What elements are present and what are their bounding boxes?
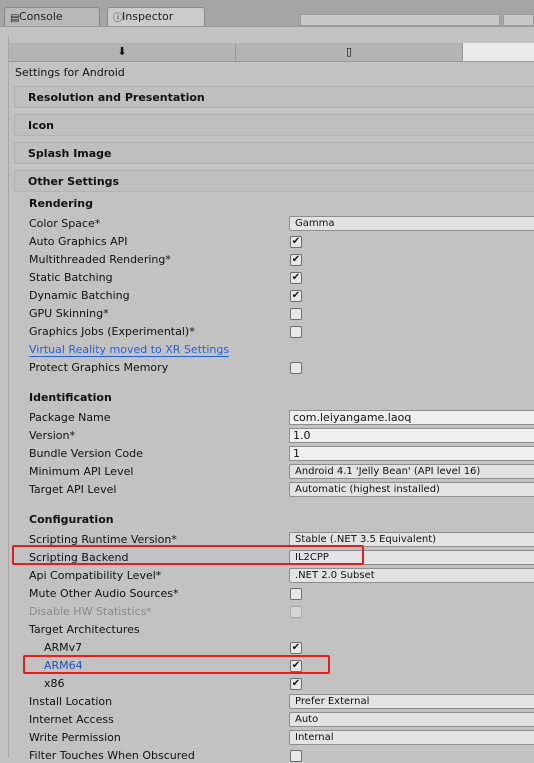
package-name-label: Package Name bbox=[29, 411, 111, 424]
gpu-skinning-checkbox[interactable] bbox=[290, 308, 302, 320]
api-compatibility-label: Api Compatibility Level* bbox=[29, 569, 162, 582]
panel-left-edge bbox=[8, 36, 9, 758]
filter-touches-checkbox[interactable] bbox=[290, 750, 302, 762]
filter-touches-label: Filter Touches When Obscured bbox=[29, 749, 195, 762]
obscured-field bbox=[300, 14, 500, 26]
disable-hw-stats-label: Disable HW Statistics* bbox=[29, 605, 152, 618]
target-api-label: Target API Level bbox=[29, 483, 117, 496]
scripting-backend-highlight bbox=[12, 545, 364, 565]
platform-tab-other[interactable] bbox=[463, 43, 534, 61]
mobile-phone-icon: ▯ bbox=[345, 45, 353, 58]
target-api-dropdown[interactable]: Automatic (highest installed) bbox=[289, 482, 534, 497]
platform-tab-row: ⬇ ▯ bbox=[9, 43, 534, 62]
mute-audio-label: Mute Other Audio Sources* bbox=[29, 587, 179, 600]
section-icon[interactable]: Icon bbox=[14, 114, 534, 136]
static-batching-label: Static Batching bbox=[29, 271, 113, 284]
rendering-header: Rendering bbox=[29, 197, 93, 210]
minimum-api-dropdown[interactable]: Android 4.1 'Jelly Bean' (API level 16) bbox=[289, 464, 534, 479]
gpu-skinning-label: GPU Skinning* bbox=[29, 307, 109, 320]
vr-xr-settings-link[interactable]: Virtual Reality moved to XR Settings bbox=[29, 343, 230, 357]
protect-graphics-memory-label: Protect Graphics Memory bbox=[29, 361, 169, 374]
dynamic-batching-label: Dynamic Batching bbox=[29, 289, 130, 302]
install-location-dropdown[interactable]: Prefer External bbox=[289, 694, 534, 709]
graphics-jobs-checkbox[interactable] bbox=[290, 326, 302, 338]
disable-hw-stats-checkbox bbox=[290, 606, 302, 618]
settings-title: Settings for Android bbox=[15, 66, 125, 79]
platform-tab-standalone[interactable]: ⬇ bbox=[9, 43, 236, 61]
obscured-field-2 bbox=[503, 14, 534, 26]
section-resolution[interactable]: Resolution and Presentation bbox=[14, 86, 534, 108]
section-splash[interactable]: Splash Image bbox=[14, 142, 534, 164]
color-space-dropdown[interactable]: Gamma bbox=[289, 216, 534, 231]
arm64-highlight bbox=[23, 655, 330, 674]
bundle-version-code-label: Bundle Version Code bbox=[29, 447, 143, 460]
graphics-jobs-label: Graphics Jobs (Experimental)* bbox=[29, 325, 195, 338]
mute-audio-checkbox[interactable] bbox=[290, 588, 302, 600]
version-label: Version* bbox=[29, 429, 75, 442]
write-permission-label: Write Permission bbox=[29, 731, 121, 744]
tab-console-label: Console bbox=[19, 10, 63, 23]
section-other-settings[interactable]: Other Settings bbox=[14, 170, 534, 192]
multithreaded-rendering-label: Multithreaded Rendering* bbox=[29, 253, 171, 266]
color-space-label: Color Space* bbox=[29, 217, 101, 230]
tab-inspector-label: Inspector bbox=[122, 10, 174, 23]
download-icon: ⬇ bbox=[117, 45, 127, 58]
platform-tab-android[interactable]: ▯ bbox=[236, 43, 463, 61]
x86-label: x86 bbox=[44, 677, 65, 690]
auto-graphics-api-label: Auto Graphics API bbox=[29, 235, 128, 248]
static-batching-checkbox[interactable]: ✔ bbox=[290, 272, 302, 284]
armv7-checkbox[interactable]: ✔ bbox=[290, 642, 302, 654]
write-permission-dropdown[interactable]: Internal bbox=[289, 730, 534, 745]
internet-access-label: Internet Access bbox=[29, 713, 114, 726]
target-architectures-label: Target Architectures bbox=[29, 623, 140, 636]
minimum-api-label: Minimum API Level bbox=[29, 465, 134, 478]
protect-graphics-memory-checkbox[interactable] bbox=[290, 362, 302, 374]
version-input[interactable]: 1.0 bbox=[289, 428, 534, 443]
x86-checkbox[interactable]: ✔ bbox=[290, 678, 302, 690]
tab-console[interactable]: ▤ Console bbox=[4, 7, 100, 26]
multithreaded-rendering-checkbox[interactable]: ✔ bbox=[290, 254, 302, 266]
configuration-header: Configuration bbox=[29, 513, 114, 526]
dynamic-batching-checkbox[interactable]: ✔ bbox=[290, 290, 302, 302]
tab-inspector[interactable]: ⓘ Inspector bbox=[107, 7, 205, 26]
identification-header: Identification bbox=[29, 391, 112, 404]
auto-graphics-api-checkbox[interactable]: ✔ bbox=[290, 236, 302, 248]
package-name-input[interactable]: com.leiyangame.laoq bbox=[289, 410, 534, 425]
armv7-label: ARMv7 bbox=[44, 641, 83, 654]
internet-access-dropdown[interactable]: Auto bbox=[289, 712, 534, 727]
bundle-version-code-input[interactable]: 1 bbox=[289, 446, 534, 461]
api-compatibility-dropdown[interactable]: .NET 2.0 Subset bbox=[289, 568, 534, 583]
install-location-label: Install Location bbox=[29, 695, 113, 708]
